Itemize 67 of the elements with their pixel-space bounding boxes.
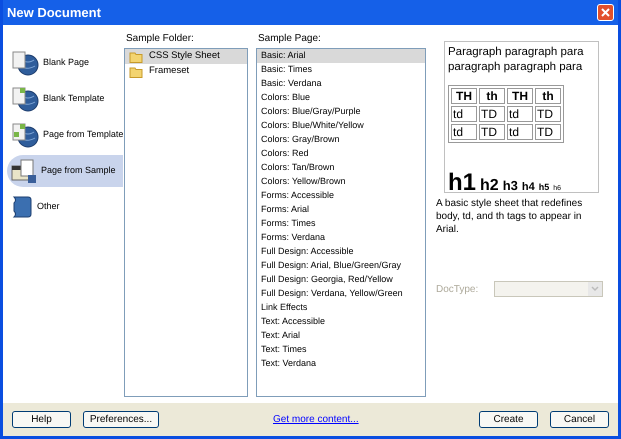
page-item[interactable]: Text: Arial — [257, 329, 425, 343]
page-item[interactable]: Basic: Arial — [257, 49, 425, 63]
page-item[interactable]: Basic: Times — [257, 63, 425, 77]
preview-paragraph: paragraph paragraph para — [448, 60, 584, 75]
preview-table-cell: th — [535, 88, 561, 104]
preview-table-cell: TH — [507, 88, 533, 104]
preferences-button[interactable]: Preferences... — [83, 411, 159, 428]
page-item[interactable]: Colors: Blue/Gray/Purple — [257, 105, 425, 119]
page-item[interactable]: Text: Verdana — [257, 357, 425, 371]
page-item[interactable]: Forms: Arial — [257, 203, 425, 217]
page-globe-icon — [11, 122, 39, 148]
preview-table-cell: TD — [535, 106, 561, 122]
page-item[interactable]: Colors: Tan/Brown — [257, 161, 425, 175]
preview-paragraph: Paragraph paragraph para — [448, 45, 585, 60]
list-label: Sample Folder: — [126, 32, 195, 46]
list-label: Sample Page: — [258, 32, 322, 46]
preview-table-cell: TH — [451, 88, 477, 104]
preview-table-cell: td — [451, 124, 477, 140]
cancel-button[interactable]: Cancel — [550, 411, 609, 428]
get-more-content-link[interactable]: Get more content... — [273, 412, 359, 427]
category-item[interactable]: Other — [7, 191, 123, 223]
help-button[interactable]: Help — [12, 411, 71, 428]
category-item[interactable]: Blank Template — [7, 83, 123, 115]
preview-table-cell: TD — [535, 124, 561, 140]
window-title: New Document — [7, 4, 101, 22]
preview-table-cell: TD — [479, 106, 505, 122]
folder-item[interactable]: Frameset — [125, 64, 247, 79]
page-item[interactable]: Full Design: Georgia, Red/Yellow — [257, 273, 425, 287]
preview-heading: h2 — [480, 178, 499, 192]
page-item[interactable]: Basic: Verdana — [257, 77, 425, 91]
close-icon — [601, 8, 610, 17]
preview-table-cell: td — [451, 106, 477, 122]
page-globe-icon — [11, 50, 39, 76]
page-item[interactable]: Colors: Blue/White/Yellow — [257, 119, 425, 133]
page-item[interactable]: Forms: Times — [257, 217, 425, 231]
page-item[interactable]: Link Effects — [257, 301, 425, 315]
preview-heading: h1 — [448, 171, 476, 192]
close-button[interactable] — [597, 4, 614, 21]
folder-item[interactable]: CSS Style Sheet — [125, 49, 247, 64]
page-item[interactable]: Forms: Accessible — [257, 189, 425, 203]
sample-page-icon — [11, 158, 37, 184]
category-item[interactable]: Blank Page — [7, 47, 123, 79]
page-item[interactable]: Colors: Blue — [257, 91, 425, 105]
page-item[interactable]: Full Design: Accessible — [257, 245, 425, 259]
preview-heading: h5 — [538, 183, 550, 192]
page-item[interactable]: Forms: Verdana — [257, 231, 425, 245]
preview-table-cell: td — [507, 124, 533, 140]
page-item[interactable]: Full Design: Arial, Blue/Green/Gray — [257, 259, 425, 273]
page-item[interactable]: Full Design: Verdana, Yellow/Green — [257, 287, 425, 301]
scroll-icon — [11, 194, 33, 220]
category-item[interactable]: Page from Template — [7, 119, 123, 151]
preview-table-cell: TD — [479, 124, 505, 140]
create-button[interactable]: Create — [479, 411, 538, 428]
category-item[interactable]: Page from Sample — [7, 155, 123, 187]
page-item[interactable]: Colors: Gray/Brown — [257, 133, 425, 147]
page-item[interactable]: Colors: Red — [257, 147, 425, 161]
page-item[interactable]: Text: Accessible — [257, 315, 425, 329]
preview-heading: h4 — [522, 182, 535, 192]
page-globe-icon — [11, 86, 39, 112]
description-text: A basic style sheet that redefines body, td, and th tags to appear in Arial. — [436, 197, 584, 236]
preview-table-cell: th — [479, 88, 505, 104]
preview-table-cell: td — [507, 106, 533, 122]
page-item[interactable]: Text: Times — [257, 343, 425, 357]
page-item[interactable]: Colors: Yellow/Brown — [257, 175, 425, 189]
doctype-label: DocType: — [436, 282, 480, 296]
folder-icon — [129, 50, 143, 62]
preview-heading: h3 — [502, 179, 518, 192]
